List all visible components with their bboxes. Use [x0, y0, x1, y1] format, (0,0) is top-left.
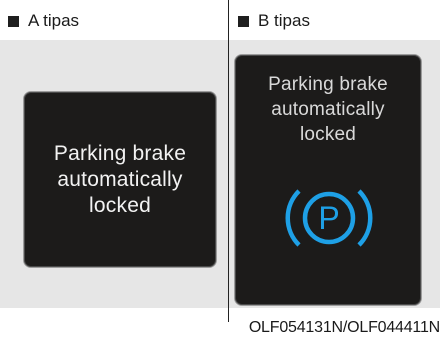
panel-b-heading: B tipas	[238, 11, 310, 31]
bullet-square-icon	[238, 15, 249, 27]
panel-divider	[228, 0, 229, 322]
panel-a-message-line-2: automatically	[57, 168, 183, 191]
panel-b-display: Parking brake automatically locked P	[234, 54, 422, 306]
panel-a-heading-label: A tipas	[28, 11, 80, 30]
panel-a-message: Parking brake automatically locked	[24, 141, 216, 219]
image-code: OLF054131N/OLF044411N	[248, 319, 440, 336]
panel-b-message-line-3: locked	[299, 124, 357, 145]
panel-a-message-line-3: locked	[89, 194, 151, 217]
panel-b-heading-label: B tipas	[258, 11, 310, 30]
bullet-square-icon	[8, 15, 19, 27]
panel-b-message-line-1: Parking brake	[268, 74, 388, 95]
panel-b-message: Parking brake automatically locked	[235, 72, 421, 147]
panel-a-display: Parking brake automatically locked	[23, 91, 217, 268]
panel-a-heading: A tipas	[8, 11, 79, 31]
panel-a-message-line-1: Parking brake	[53, 142, 187, 165]
parking-brake-icon: P	[285, 189, 373, 247]
parking-brake-letter: P	[318, 200, 339, 236]
panel-b-message-line-2: automatically	[271, 99, 385, 120]
